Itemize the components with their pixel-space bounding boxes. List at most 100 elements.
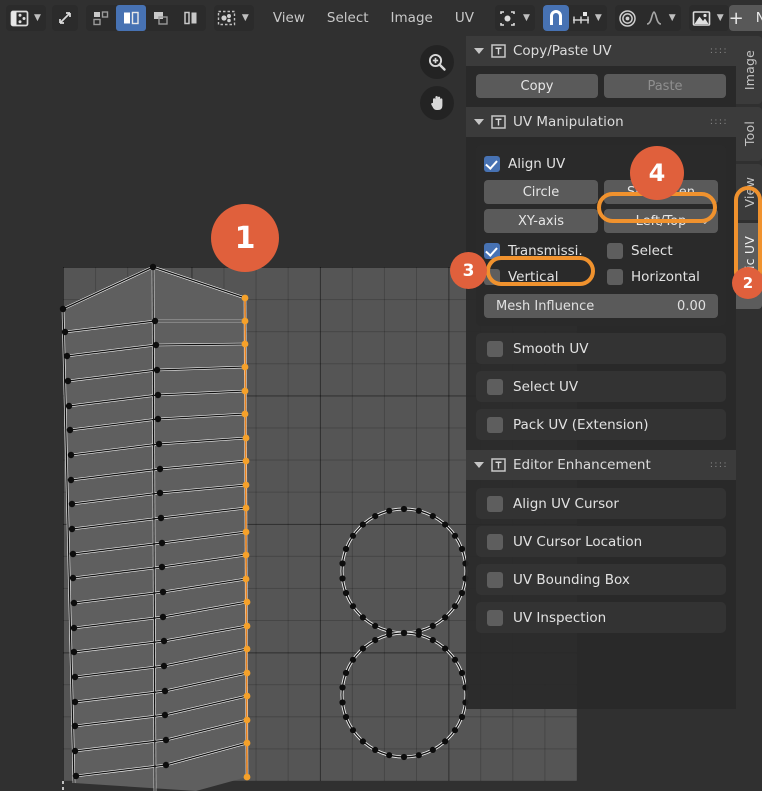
chevron-down-icon: ▼ bbox=[522, 12, 530, 23]
mesh-influence-slider[interactable]: Mesh Influence 0.00 bbox=[484, 294, 718, 318]
horizontal-row[interactable]: Horizontal bbox=[607, 264, 718, 290]
align-uv-group: Align UV Circle Straighten XY-axis Left/… bbox=[476, 145, 726, 326]
select-uv-row[interactable]: Select UV bbox=[476, 371, 726, 402]
horizontal-checkbox[interactable] bbox=[607, 269, 623, 285]
chevron-down-icon: ▼ bbox=[594, 12, 602, 23]
sidebar-tab-tool[interactable]: Tool bbox=[736, 107, 762, 161]
panel-title: UV Manipulation bbox=[513, 114, 624, 130]
menu-view[interactable]: View bbox=[262, 5, 316, 31]
uv-edge-icon bbox=[123, 11, 139, 25]
drag-handle-icon[interactable]: :::: bbox=[710, 461, 728, 470]
panel-header-copy-paste-uv[interactable]: Copy/Paste UV :::: bbox=[466, 36, 736, 66]
zoom-in-icon bbox=[428, 53, 446, 71]
sidebar-tab-strip: Image Tool View Magic UV bbox=[736, 36, 762, 709]
uv-cursor-location-row[interactable]: UV Cursor Location bbox=[476, 526, 726, 557]
uv-bounding-box-label: UV Bounding Box bbox=[513, 571, 630, 588]
image-datablock-selector[interactable]: ▼ bbox=[688, 5, 729, 31]
proportional-editing-icon[interactable] bbox=[615, 5, 641, 31]
align-axis-button[interactable]: XY-axis bbox=[484, 209, 598, 233]
menu-uv[interactable]: UV bbox=[444, 5, 485, 31]
new-image-plus-button[interactable]: + bbox=[728, 5, 744, 31]
align-uv-label: Align UV bbox=[508, 156, 566, 172]
mesh-influence-label: Mesh Influence bbox=[496, 298, 595, 314]
annotation-badge-3: 3 bbox=[450, 252, 487, 289]
select-checkbox[interactable] bbox=[607, 243, 623, 259]
panel-header-editor-enhancement[interactable]: Editor Enhancement :::: bbox=[466, 450, 736, 480]
chevron-down-icon: ▼ bbox=[716, 12, 724, 23]
uv-edge-select-mode[interactable] bbox=[115, 5, 146, 31]
align-circle-button[interactable]: Circle bbox=[484, 180, 598, 204]
chevron-down-icon: ▼ bbox=[34, 12, 41, 23]
blender-uv-editor-window: ▼ ▼ View Select Image UV ▼ ▼ ▼ ▼ + N Cop… bbox=[0, 0, 762, 791]
sticky-selection-selector[interactable]: ▼ bbox=[213, 5, 254, 31]
collapse-triangle-icon[interactable] bbox=[474, 119, 484, 125]
uv-bounding-box-row[interactable]: UV Bounding Box bbox=[476, 564, 726, 595]
sticky-selection-icon bbox=[214, 5, 240, 31]
pivot-point-selector[interactable]: ▼ bbox=[494, 5, 535, 31]
pack-uv-label: Pack UV (Extension) bbox=[513, 416, 649, 433]
magic-uv-panel-icon bbox=[491, 458, 506, 472]
uv-inspection-label: UV Inspection bbox=[513, 609, 607, 626]
panel-header-uv-manipulation[interactable]: UV Manipulation :::: bbox=[466, 107, 736, 137]
snap-target-icon bbox=[569, 5, 593, 31]
menu-image[interactable]: Image bbox=[380, 5, 444, 31]
panel-title: Editor Enhancement bbox=[513, 457, 651, 473]
select-uv-checkbox[interactable] bbox=[487, 378, 503, 395]
chevron-down-icon: ▼ bbox=[668, 12, 676, 23]
uv-sync-selection-icon bbox=[52, 5, 78, 31]
smooth-uv-row[interactable]: Smooth UV bbox=[476, 333, 726, 364]
uv-inspection-row[interactable]: UV Inspection bbox=[476, 602, 726, 633]
drag-handle-icon[interactable]: :::: bbox=[710, 118, 728, 127]
uv-editor-header: ▼ ▼ View Select Image UV ▼ ▼ ▼ ▼ + N bbox=[0, 0, 762, 36]
uv-face-select-mode[interactable] bbox=[146, 5, 176, 31]
collapse-triangle-icon[interactable] bbox=[474, 48, 484, 54]
image-datablock-icon bbox=[689, 5, 715, 31]
magic-uv-panel-icon bbox=[491, 44, 506, 58]
pack-uv-row[interactable]: Pack UV (Extension) bbox=[476, 409, 726, 440]
mesh-influence-value: 0.00 bbox=[677, 298, 706, 314]
copy-uv-button[interactable]: Copy bbox=[476, 74, 598, 98]
annotation-badge-1: 1 bbox=[211, 204, 279, 272]
align-uv-cursor-checkbox[interactable] bbox=[487, 495, 503, 512]
uv-vertex-icon bbox=[93, 11, 109, 26]
select-uv-label: Select UV bbox=[513, 378, 579, 395]
magic-uv-panel-icon bbox=[491, 115, 506, 129]
uv-bounding-box-checkbox[interactable] bbox=[487, 571, 503, 588]
uv-inspection-checkbox[interactable] bbox=[487, 609, 503, 626]
annotation-badge-2: 2 bbox=[732, 267, 762, 299]
snap-magnet-button[interactable] bbox=[542, 5, 569, 31]
zoom-gizmo-button[interactable] bbox=[420, 45, 454, 79]
pan-gizmo-button[interactable] bbox=[420, 86, 454, 120]
collapse-triangle-icon[interactable] bbox=[474, 462, 484, 468]
uv-select-mode-group[interactable] bbox=[85, 5, 206, 31]
uv-island-select-mode[interactable] bbox=[176, 5, 206, 31]
drag-handle-icon[interactable]: :::: bbox=[710, 47, 728, 56]
highlight-transmission-checkbox bbox=[486, 256, 595, 286]
chevron-down-icon: ▼ bbox=[241, 12, 249, 23]
smooth-uv-label: Smooth UV bbox=[513, 340, 589, 357]
uv-vertex-select-mode[interactable] bbox=[86, 5, 116, 31]
sidebar-tab-image[interactable]: Image bbox=[736, 36, 762, 104]
annotation-badge-4: 4 bbox=[630, 146, 684, 200]
uv-editor-icon bbox=[6, 5, 32, 31]
align-uv-cursor-row[interactable]: Align UV Cursor bbox=[476, 488, 726, 519]
plus-icon: + bbox=[728, 7, 744, 29]
editor-type-selector[interactable]: ▼ bbox=[6, 5, 46, 31]
uv-sync-selection-button[interactable] bbox=[51, 5, 78, 31]
uv-cursor-location-checkbox[interactable] bbox=[487, 533, 503, 550]
align-uv-checkbox[interactable] bbox=[484, 156, 500, 172]
uv-island-icon bbox=[184, 11, 197, 25]
horizontal-label: Horizontal bbox=[631, 269, 700, 285]
select-row[interactable]: Select bbox=[607, 238, 718, 264]
panel-title: Copy/Paste UV bbox=[513, 43, 612, 59]
snap-magnet-icon bbox=[549, 10, 562, 25]
select-label: Select bbox=[631, 243, 673, 259]
pack-uv-checkbox[interactable] bbox=[487, 416, 503, 433]
new-image-button[interactable]: New bbox=[743, 5, 762, 31]
smooth-uv-checkbox[interactable] bbox=[487, 340, 503, 357]
pan-hand-icon bbox=[431, 96, 443, 110]
proportional-editing-controls[interactable]: ▼ bbox=[614, 5, 681, 31]
paste-uv-button[interactable]: Paste bbox=[604, 74, 726, 98]
menu-select[interactable]: Select bbox=[316, 5, 380, 31]
snap-controls[interactable]: ▼ bbox=[542, 5, 607, 31]
